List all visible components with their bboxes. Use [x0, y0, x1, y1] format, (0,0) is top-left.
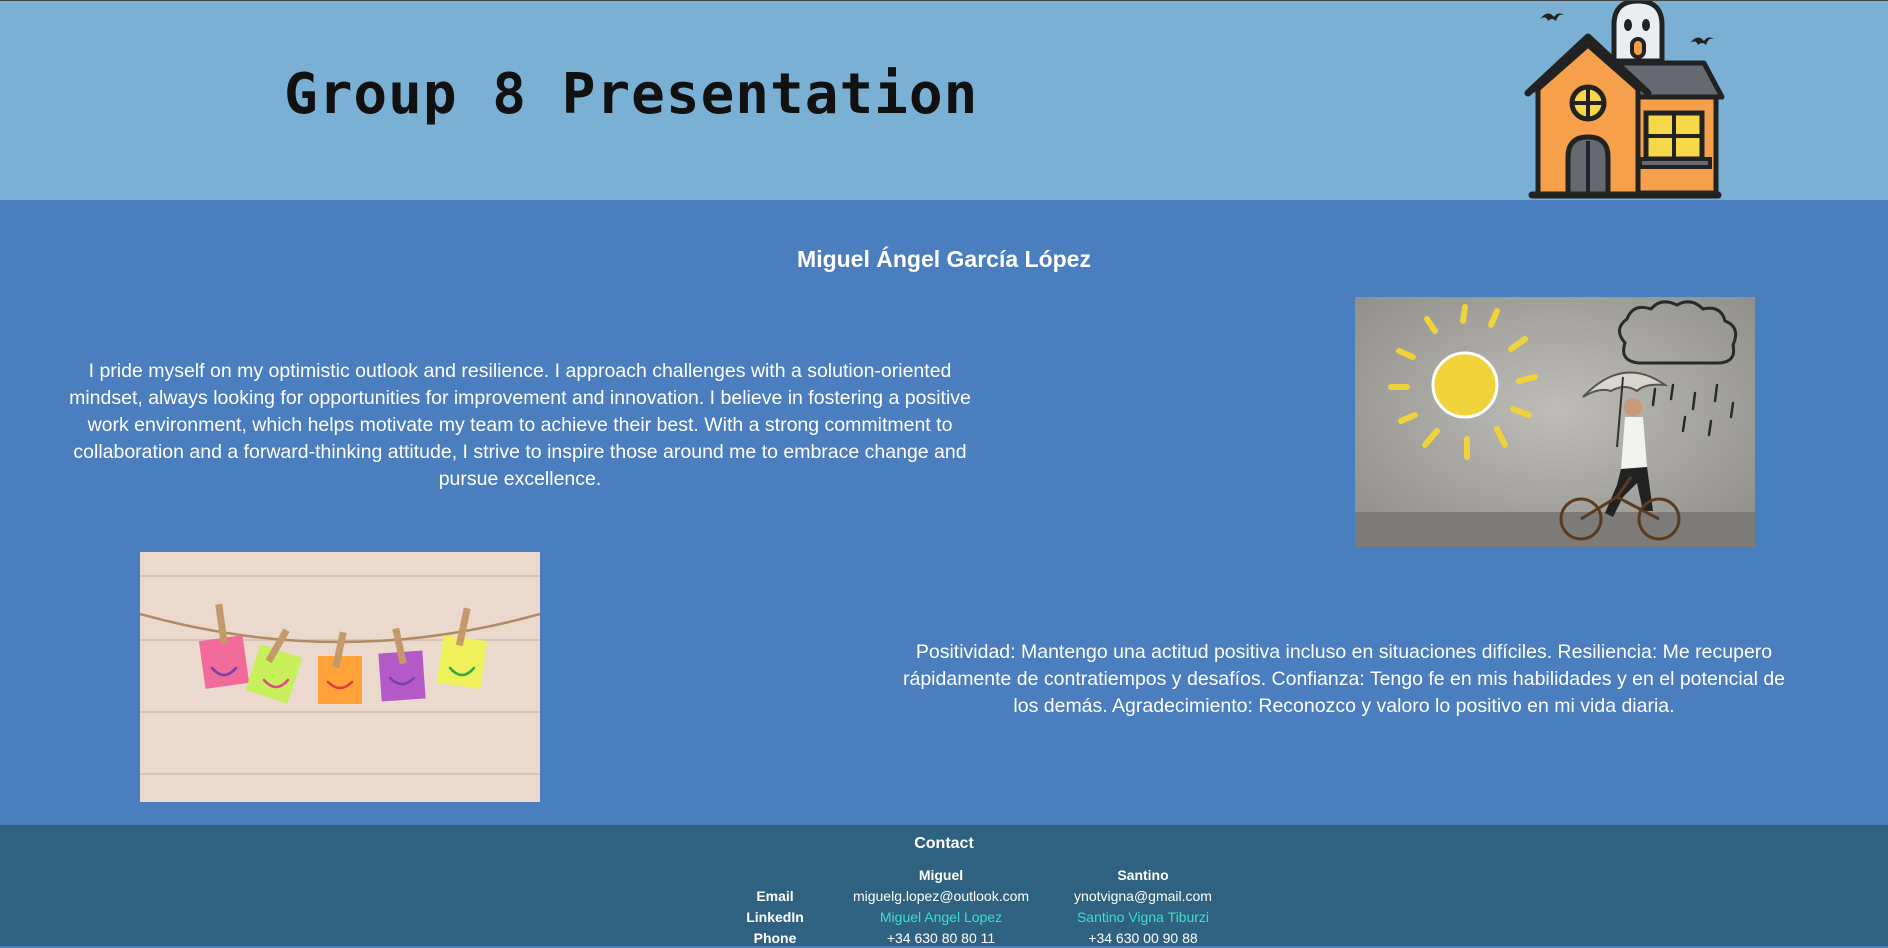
smiley-sticky-notes-image: [140, 552, 540, 802]
miguel-phone: +34 630 80 80 11: [886, 929, 996, 946]
intro-paragraph-en: I pride myself on my optimistic outlook …: [69, 360, 971, 490]
page-header: Group 8 Presentation: [0, 0, 1888, 200]
santino-email: ynotvigna@gmail.com: [1074, 887, 1212, 904]
main-content: Miguel Ángel García López I pride myself…: [0, 200, 1888, 825]
haunted-house-icon: [1524, 1, 1725, 199]
santino-linkedin-link[interactable]: Santino Vigna Tiburzi: [1077, 909, 1209, 925]
contact-header-miguel: Miguel: [918, 866, 964, 883]
contact-header-santino: Santino: [1117, 866, 1169, 883]
contact-label-linkedin: LinkedIn: [746, 908, 804, 925]
sun-and-rain-cyclist-image: [1355, 297, 1755, 547]
contact-header-row: Miguel Santino: [710, 864, 1244, 885]
santino-phone: +34 630 00 90 88: [1088, 929, 1198, 946]
contact-label-email: Email: [756, 887, 794, 904]
miguel-email: miguelg.lopez@outlook.com: [852, 887, 1030, 904]
santino-linkedin-cell: Santino Vigna Tiburzi: [1042, 906, 1244, 927]
contact-row-phone: Phone +34 630 80 80 11 +34 630 00 90 88: [710, 927, 1244, 948]
person-name: Miguel Ángel García López: [797, 246, 1091, 272]
contact-label-phone: Phone: [753, 929, 797, 946]
contact-title: Contact: [914, 835, 974, 852]
intro-paragraph-es: Positividad: Mantengo una actitud positi…: [902, 641, 1786, 717]
contact-row-email: Email miguelg.lopez@outlook.com ynotvign…: [710, 885, 1244, 906]
page-title: Group 8 Presentation: [284, 62, 979, 127]
page-footer: Contact Miguel Santino Email miguelg.lop…: [0, 825, 1888, 946]
contact-table: Miguel Santino Email miguelg.lopez@outlo…: [710, 864, 1244, 948]
contact-header-blank: [710, 864, 840, 885]
contact-row-linkedin: LinkedIn Miguel Angel Lopez Santino Vign…: [710, 906, 1244, 927]
miguel-linkedin-cell: Miguel Angel Lopez: [840, 906, 1042, 927]
miguel-linkedin-link[interactable]: Miguel Angel Lopez: [880, 909, 1002, 925]
